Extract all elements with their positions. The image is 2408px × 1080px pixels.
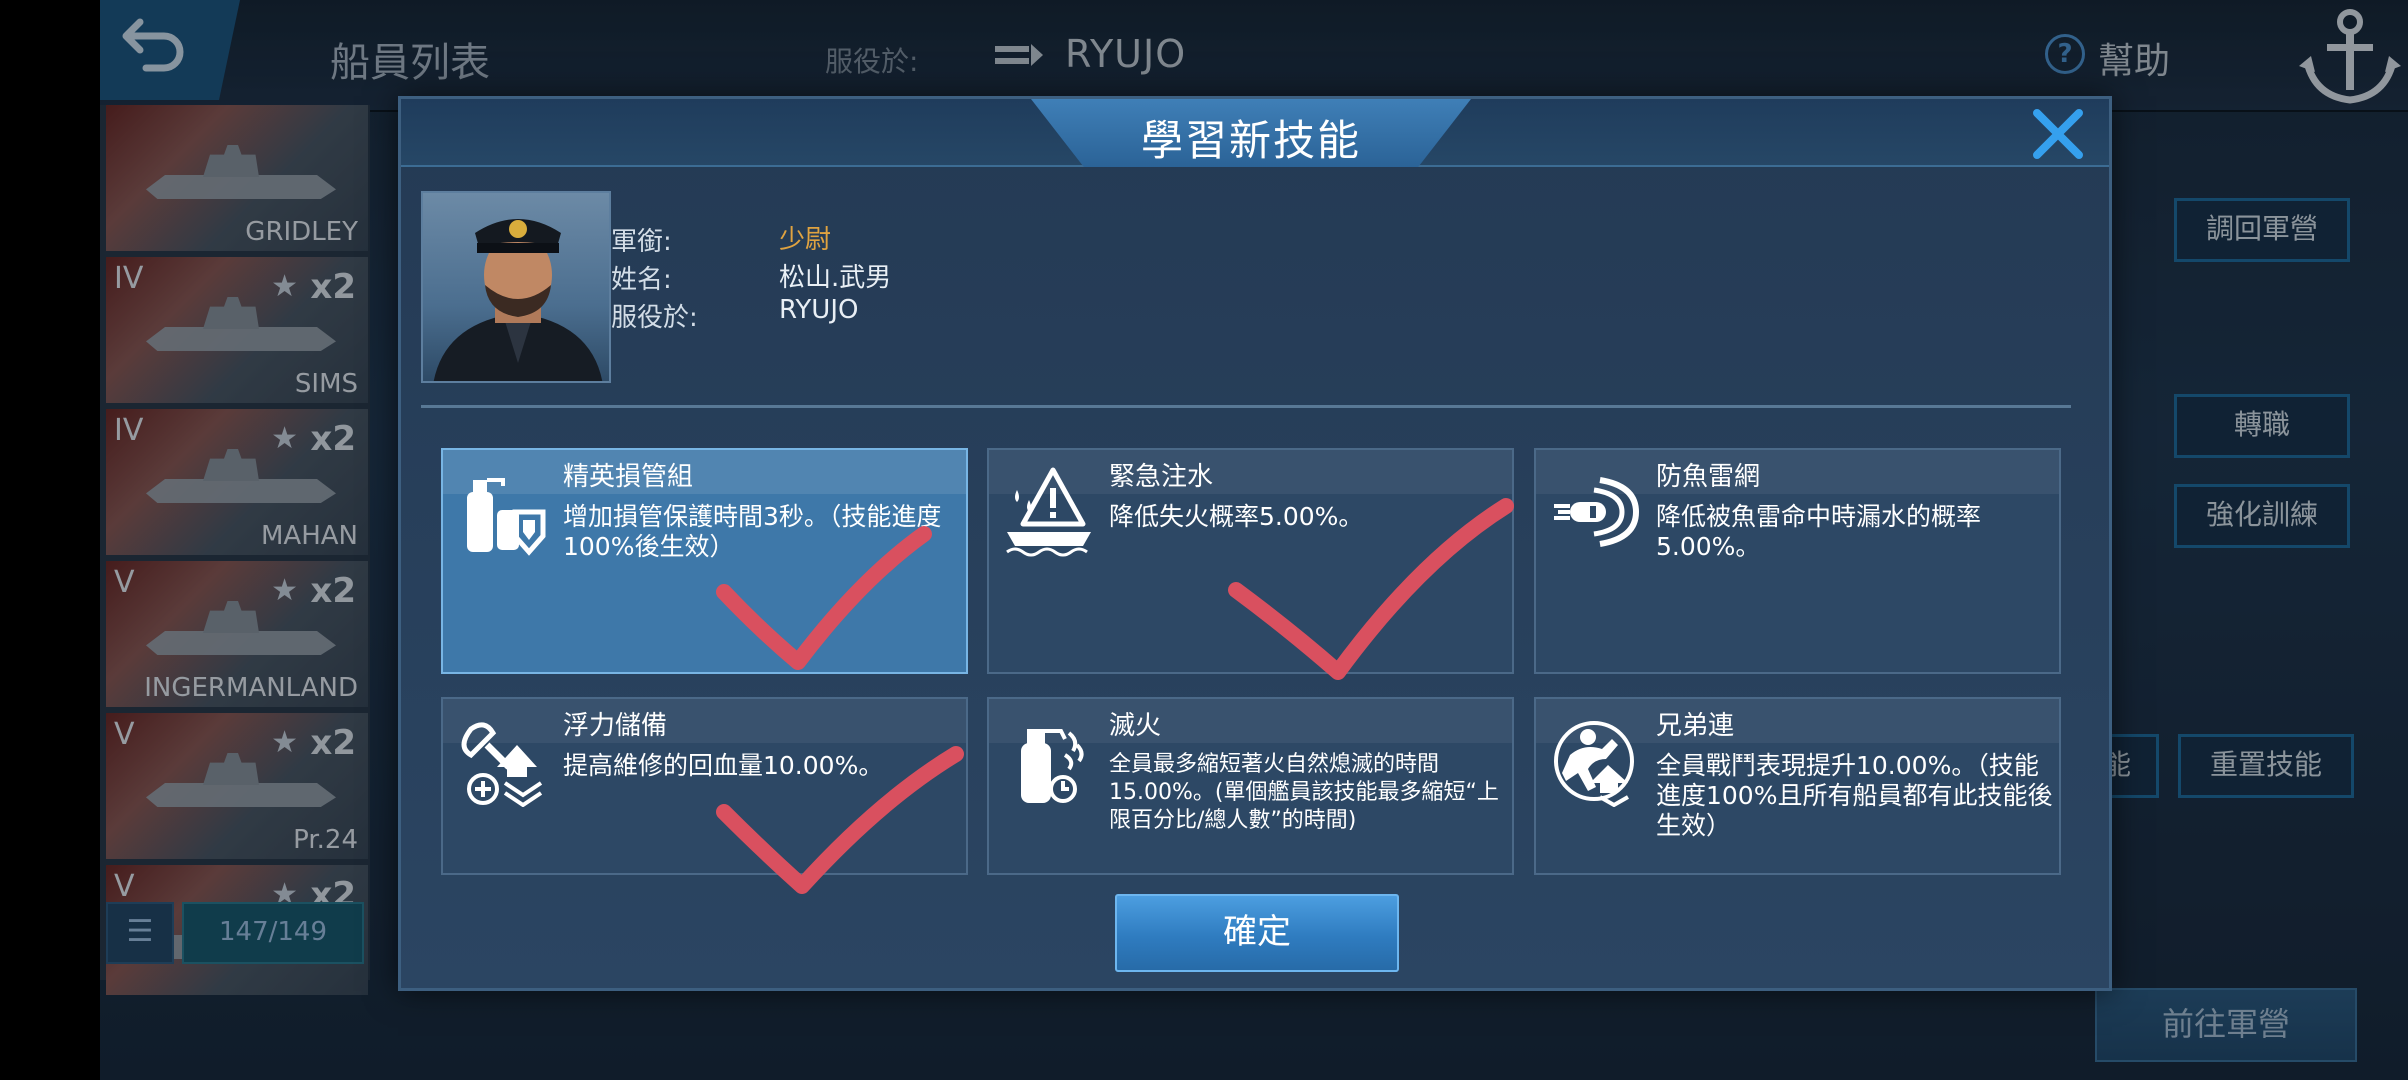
skill-description: 降低失火概率5.00%。 <box>1109 502 1364 531</box>
skill-card-buoyancy-reserve[interactable]: 浮力儲備 提高維修的回血量10.00%。 <box>441 697 968 875</box>
emergency-flooding-icon <box>1006 467 1091 557</box>
fire-extinguish-icon <box>1021 729 1084 803</box>
buoyancy-reserve-icon <box>461 722 543 807</box>
skill-description: 降低被魚雷命中時漏水的概率5.00%。 <box>1656 502 1982 561</box>
skill-description: 提高維修的回血量10.00%。 <box>563 751 884 780</box>
divider <box>421 405 2071 408</box>
close-icon[interactable] <box>2029 105 2087 163</box>
rank-value: 少尉 <box>779 225 832 255</box>
skill-name: 浮力儲備 <box>563 711 668 741</box>
skill-name: 精英損管組 <box>563 462 694 492</box>
officer-avatar <box>433 219 603 381</box>
name-label: 姓名: <box>611 265 672 295</box>
skill-description: 增加損管保護時間3秒。（技能進度100%後生效） <box>563 502 942 561</box>
crew-portrait <box>421 191 611 383</box>
torpedo-net-icon <box>1554 477 1640 547</box>
serve-value: RYUJO <box>779 295 859 325</box>
skill-name: 防魚雷網 <box>1656 462 1761 492</box>
name-value: 松山.武男 <box>779 263 892 293</box>
brotherhood-icon <box>1554 721 1634 807</box>
skill-card-fire-extinguish[interactable]: 滅火 全員最多縮短著火自然熄滅的時間15.00%。(單個艦員該技能最多縮短“上限… <box>987 697 1514 875</box>
skill-card-brotherhood[interactable]: 兄弟連 全員戰鬥表現提升10.00%。（技能進度100%且所有船員都有此技能後生… <box>1534 697 2061 875</box>
skill-name: 緊急注水 <box>1109 462 1214 492</box>
skill-name: 兄弟連 <box>1656 711 1735 741</box>
skill-card-torpedo-net[interactable]: 防魚雷網 降低被魚雷命中時漏水的概率5.00%。 <box>1534 448 2061 674</box>
damage-control-icon <box>467 478 546 556</box>
skill-card-emergency-flooding[interactable]: 緊急注水 降低失火概率5.00%。 <box>987 448 1514 674</box>
dialog-title: 學習新技能 <box>1140 116 1361 165</box>
skill-description: 全員最多縮短著火自然熄滅的時間15.00%。(單個艦員該技能最多縮短“上限百分比… <box>1109 752 1499 833</box>
skill-name: 滅火 <box>1109 711 1162 741</box>
serve-label: 服役於: <box>611 303 698 333</box>
skill-description: 全員戰鬥表現提升10.00%。（技能進度100%且所有船員都有此技能後生效） <box>1656 751 2053 840</box>
skill-card-elite-damage-control[interactable]: 精英損管組 增加損管保護時間3秒。（技能進度100%後生效） <box>441 448 968 674</box>
confirm-button[interactable]: 確定 <box>1115 894 1399 972</box>
rank-label: 軍銜: <box>611 227 672 257</box>
learn-skill-dialog: 學習新技能 軍銜: 少尉 姓名: 松山.武男 服役於: RYUJO 精英損管組 … <box>398 96 2112 991</box>
